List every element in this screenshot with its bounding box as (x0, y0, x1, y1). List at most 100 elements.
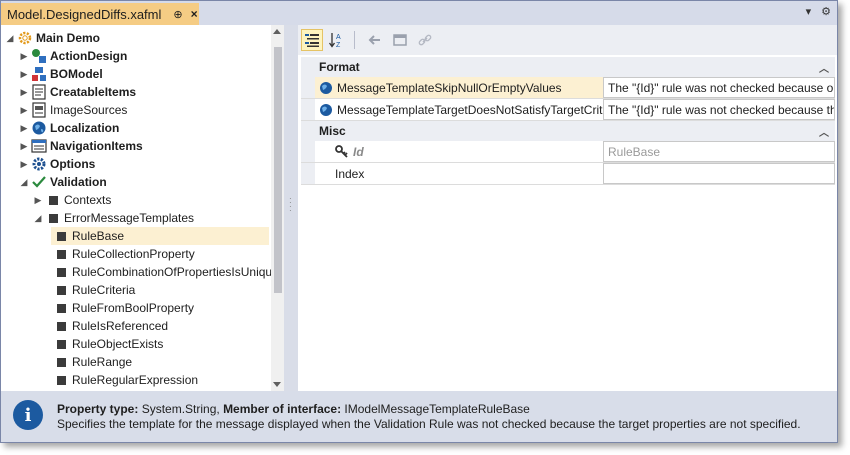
reset-button[interactable] (364, 29, 386, 51)
node-square-icon (45, 192, 61, 208)
link-button[interactable] (414, 29, 436, 51)
tree-node-label: RuleCriteria (72, 283, 136, 297)
tree-node-contexts[interactable]: ▶ Contexts (33, 191, 112, 209)
model-tree: ◢ Main Demo ▶ ActionDesign ▶ BOModel ▶ C… (1, 25, 284, 391)
scroll-down-icon[interactable] (273, 382, 281, 387)
close-icon[interactable]: × (191, 7, 198, 21)
property-description-text: Specifies the template for the message d… (57, 417, 801, 431)
property-row[interactable]: Index (301, 163, 835, 185)
link-icon (418, 34, 432, 46)
document-tab[interactable]: Model.DesignedDiffs.xafml ⊕ × (1, 3, 199, 25)
property-value-cell[interactable]: The "{Id}" rule was not checked because … (604, 77, 835, 98)
collapse-chevron-icon[interactable]: ︿ (819, 124, 829, 139)
info-icon: i (13, 400, 43, 430)
tree-node-rulecriteria[interactable]: RuleCriteria (51, 281, 135, 299)
alphabetical-sort-button[interactable]: AZ (326, 29, 348, 51)
node-square-icon (53, 372, 69, 388)
member-of-interface-label: Member of interface: (223, 402, 342, 416)
property-row[interactable]: MessageTemplateSkipNullOrEmptyValues The… (301, 77, 835, 99)
tree-node-ruleobjectexists[interactable]: RuleObjectExists (51, 335, 163, 353)
member-of-interface-value: IModelMessageTemplateRuleBase (341, 402, 530, 416)
navigate-button[interactable] (389, 29, 411, 51)
tree-node-ruleregularexpression[interactable]: RuleRegularExpression (51, 371, 198, 389)
property-row[interactable]: Id RuleBase (301, 141, 835, 163)
svg-text:Z: Z (336, 42, 341, 48)
tree-node-imagesources[interactable]: ▶ ImageSources (19, 101, 127, 119)
expand-arrow-icon[interactable]: ▶ (19, 69, 29, 80)
row-gutter (301, 163, 315, 184)
property-name: MessageTemplateTargetDoesNotSatisfyTarge… (337, 102, 604, 117)
scroll-up-icon[interactable] (273, 29, 281, 34)
tree-node-label: ImageSources (50, 103, 128, 117)
node-square-icon (45, 210, 61, 226)
node-square-icon (53, 318, 69, 334)
categorized-view-button[interactable] (301, 29, 323, 51)
categorized-icon (305, 34, 319, 47)
property-type-line: Property type: System.String, Member of … (57, 402, 530, 416)
tree-node-validation[interactable]: ◢ Validation (19, 173, 107, 191)
tree-node-label: RuleCollectionProperty (72, 247, 195, 261)
property-row[interactable]: MessageTemplateTargetDoesNotSatisfyTarge… (301, 99, 835, 121)
property-value-cell[interactable]: The "{Id}" rule was not checked because … (604, 99, 835, 120)
tree-node-label: Contexts (64, 193, 112, 207)
tree-node-rulebase[interactable]: RuleBase (51, 227, 269, 245)
tree-node-creatableitems[interactable]: ▶ CreatableItems (19, 83, 136, 101)
scrollbar-thumb[interactable] (274, 47, 282, 293)
expand-arrow-icon[interactable]: ▶ (19, 51, 29, 62)
tree-node-label: RuleCombinationOfPropertiesIsUnique (72, 265, 279, 279)
tree-node-label: NavigationItems (50, 139, 143, 153)
tree-node-navigationitems[interactable]: ▶ NavigationItems (19, 137, 143, 155)
tree-node-options[interactable]: ▶ Options (19, 155, 96, 173)
property-name-cell: MessageTemplateTargetDoesNotSatisfyTarge… (315, 99, 604, 120)
node-square-icon (53, 246, 69, 262)
tree-node-rulerange[interactable]: RuleRange (51, 353, 132, 371)
pane-splitter[interactable]: · · · · (284, 25, 298, 391)
expand-arrow-icon[interactable]: ▶ (19, 123, 29, 134)
tree-node-main-demo[interactable]: ◢ Main Demo (5, 29, 100, 47)
tree-node-label: Options (50, 157, 96, 171)
options-gear-icon (31, 156, 47, 172)
property-grid-panel: AZ Format ︿ MessageTemplateSkipNullOrEmp… (298, 25, 837, 391)
category-misc[interactable]: Misc ︿ (301, 121, 835, 141)
property-value-cell[interactable] (604, 163, 835, 184)
collapse-arrow-icon[interactable]: ◢ (5, 33, 15, 44)
tree-node-localization[interactable]: ▶ Localization (19, 119, 120, 137)
tree-node-actiondesign[interactable]: ▶ ActionDesign (19, 47, 127, 65)
document-tab-strip: Model.DesignedDiffs.xafml ⊕ × ▾ ⚙ (1, 1, 837, 25)
tree-node-label: RuleRegularExpression (72, 373, 199, 387)
property-type-value: System.String, (138, 402, 224, 416)
pin-icon[interactable]: ⊕ (173, 8, 182, 21)
tree-node-label: RuleBase (72, 229, 125, 243)
node-square-icon (53, 336, 69, 352)
document-tab-title: Model.DesignedDiffs.xafml (7, 6, 162, 22)
expand-arrow-icon[interactable]: ▶ (33, 195, 43, 206)
tree-node-errormessagetemplates[interactable]: ◢ ErrorMessageTemplates (33, 209, 195, 227)
expand-arrow-icon[interactable]: ▶ (19, 105, 29, 116)
tree-node-ruleisreferenced[interactable]: RuleIsReferenced (51, 317, 168, 335)
tree-node-rulecombinationofpropertiesisunique[interactable]: RuleCombinationOfPropertiesIsUnique (51, 263, 279, 281)
expand-arrow-icon[interactable]: ▶ (19, 159, 29, 170)
tree-vertical-scrollbar[interactable] (271, 25, 284, 391)
tree-node-bomodel[interactable]: ▶ BOModel (19, 65, 103, 83)
category-format[interactable]: Format ︿ (301, 57, 835, 77)
node-square-icon (53, 282, 69, 298)
node-square-icon (53, 264, 69, 280)
collapse-chevron-icon[interactable]: ︿ (819, 60, 829, 75)
collapse-arrow-icon[interactable]: ◢ (33, 213, 43, 224)
dropdown-icon[interactable]: ▾ (806, 5, 812, 18)
tree-node-rulecollectionproperty[interactable]: RuleCollectionProperty (51, 245, 195, 263)
tree-node-label: BOModel (50, 67, 103, 81)
property-value-cell[interactable]: RuleBase (604, 141, 835, 162)
expand-arrow-icon[interactable]: ▶ (19, 141, 29, 152)
tree-node-rulefromboolproperty[interactable]: RuleFromBoolProperty (51, 299, 194, 317)
tree-node-label: ErrorMessageTemplates (64, 211, 195, 225)
reset-icon (368, 35, 380, 45)
key-icon (335, 144, 348, 158)
creatable-items-icon (31, 84, 47, 100)
node-square-icon (53, 300, 69, 316)
property-type-label: Property type: (57, 402, 139, 416)
expand-arrow-icon[interactable]: ▶ (19, 87, 29, 98)
settings-icon[interactable]: ⚙ (821, 5, 831, 18)
collapse-arrow-icon[interactable]: ◢ (19, 177, 29, 188)
node-square-icon (53, 354, 69, 370)
